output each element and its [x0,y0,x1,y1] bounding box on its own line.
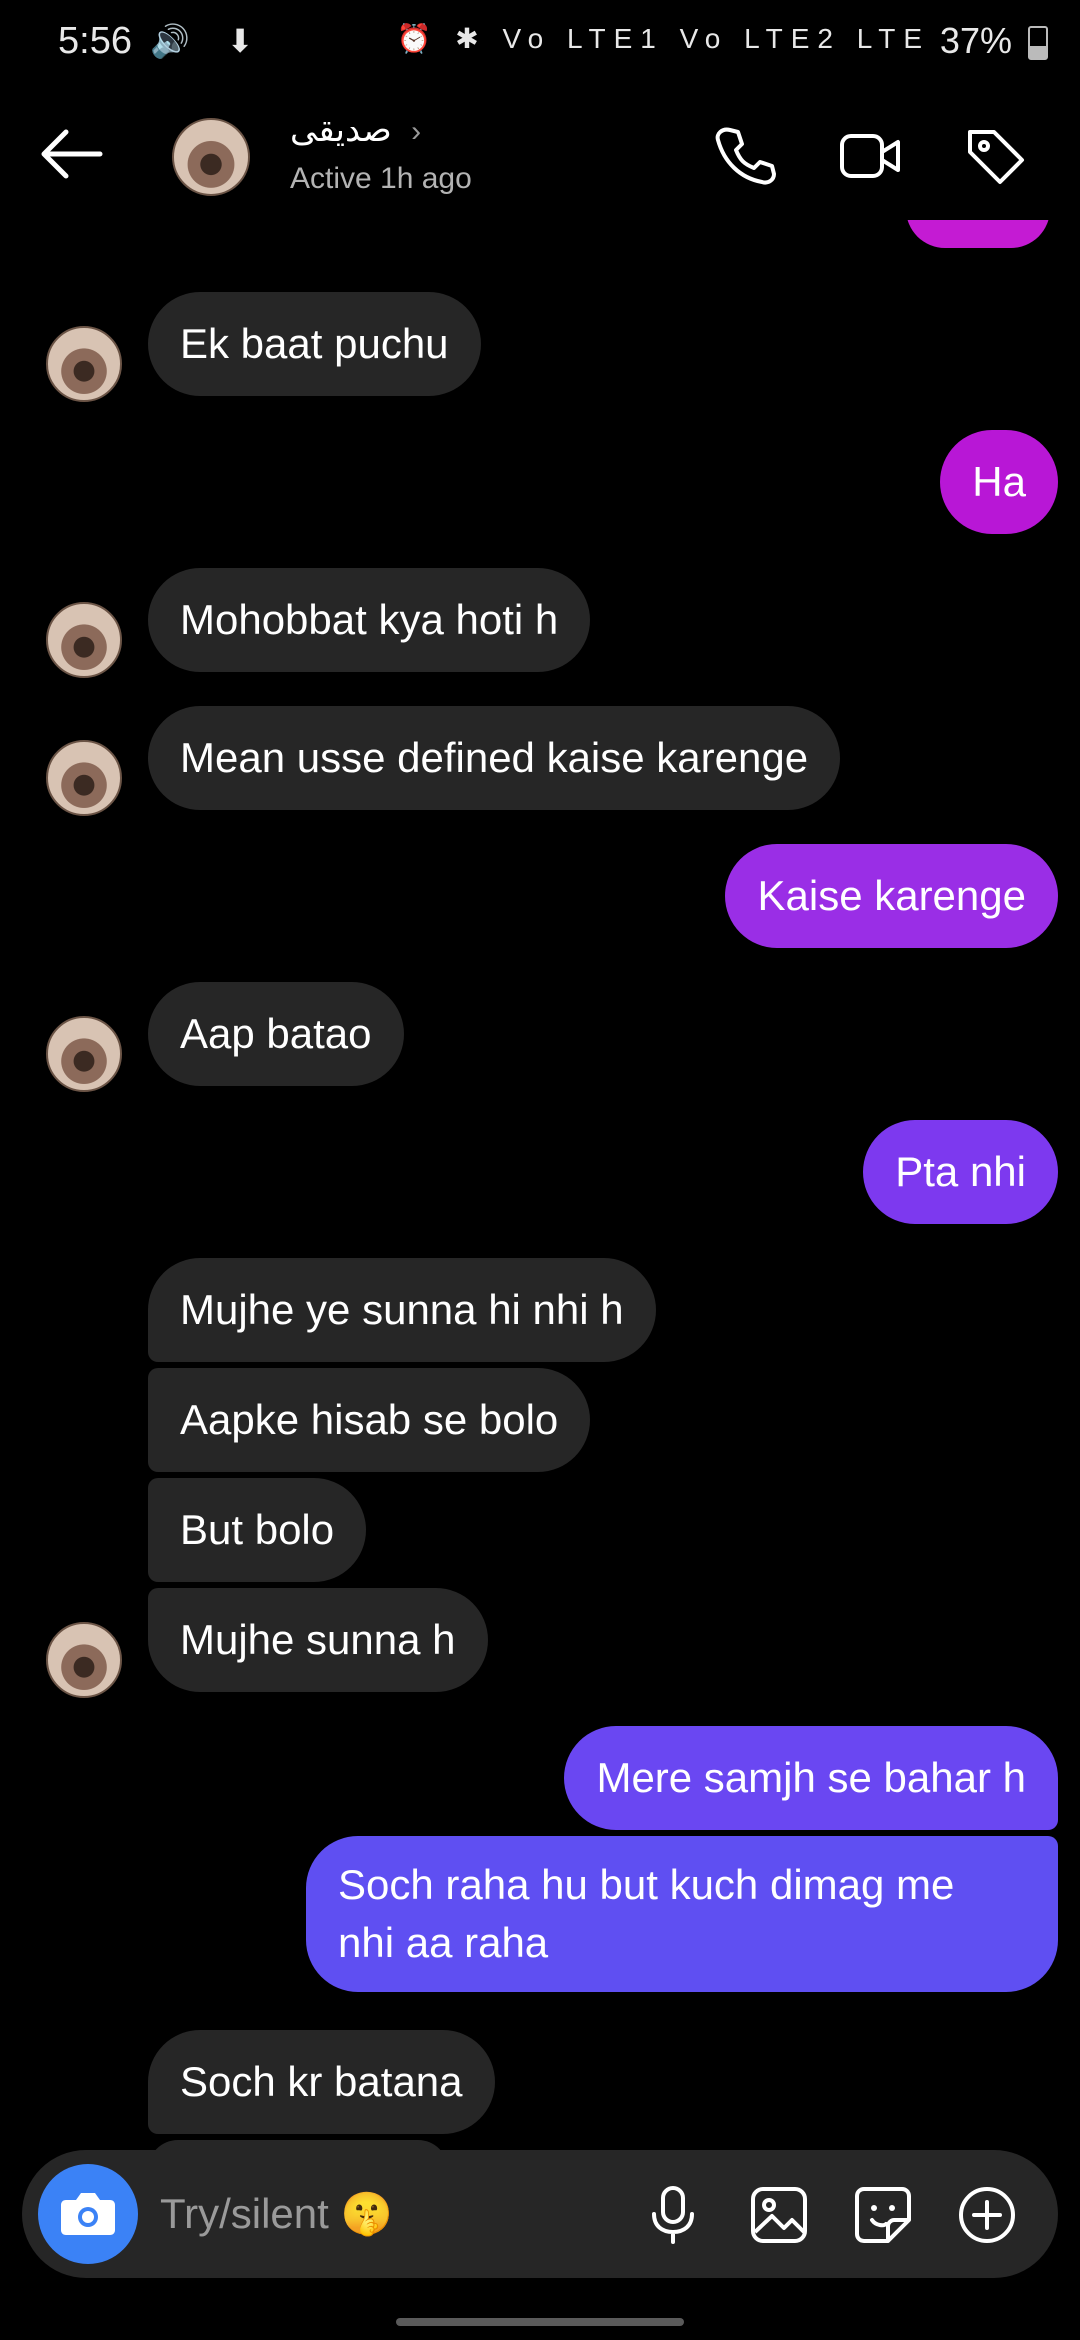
sender-avatar[interactable] [46,1622,122,1698]
sender-avatar[interactable] [46,602,122,678]
message-bubble-outgoing[interactable]: Pta nhi [863,1120,1058,1224]
home-indicator[interactable] [396,2318,684,2326]
sender-avatar[interactable] [46,740,122,816]
battery-indicator: 37% [940,20,1048,62]
camera-button[interactable] [38,2164,138,2264]
gallery-icon[interactable] [748,2184,810,2246]
microphone-icon[interactable] [642,2184,704,2246]
message-bubble-outgoing[interactable]: Kaise karenge [725,844,1058,948]
message-input[interactable]: Try/silent 🤫 [160,2190,393,2239]
message-bubble-outgoing[interactable]: Mere samjh se bahar h [564,1726,1058,1830]
message-line-2: nhi aa raha [338,1919,549,1966]
message-list[interactable]: Ek baat puchu Ha Mohobbat kya hoti h Mea… [0,220,1080,2150]
camera-icon [61,2193,115,2235]
message-line-1: Soch raha hu but kuch dimag me [338,1861,955,1908]
chat-header: صديقى › Active 1h ago [0,96,1080,216]
battery-icon [1028,26,1048,61]
message-bubble-incoming[interactable]: Aapke hisab se bolo [148,1368,591,1472]
message-bubble-incoming[interactable]: Mean usse defined kaise karenge [148,706,841,810]
status-left-icons: 🔊 ⬇ [150,23,268,59]
sticker-icon[interactable] [852,2184,914,2246]
message-bubble-partial[interactable] [906,220,1050,248]
message-bubble-incoming[interactable]: Aap batao [148,982,404,1086]
phone-icon[interactable] [712,124,776,188]
message-bubble-incoming[interactable]: Ek baat puchu [148,292,481,396]
video-call-icon[interactable] [838,124,902,188]
message-bubble-incoming[interactable]: Mohobbat kya hoti h [148,568,591,672]
back-arrow-icon[interactable] [36,124,106,184]
active-status: Active 1h ago [290,162,472,195]
contact-name: صديقى [290,111,392,149]
message-bubble-partial[interactable] [148,2140,448,2150]
sender-avatar[interactable] [46,326,122,402]
chevron-right-icon: › [411,115,422,148]
message-bubble-incoming[interactable]: Soch kr batana [148,2030,495,2134]
add-icon[interactable] [956,2184,1018,2246]
sender-avatar[interactable] [46,1016,122,1092]
status-time: 5:56 [58,20,132,62]
status-right-icons: ⏰ ✱ Vo LTE1 Vo LTE2 LTE [396,23,930,54]
battery-percent: 37% [939,20,1012,61]
message-composer: Try/silent 🤫 [22,2150,1058,2278]
message-bubble-incoming[interactable]: But bolo [148,1478,367,1582]
contact-avatar[interactable] [172,118,250,196]
message-bubble-outgoing[interactable]: Ha [940,430,1058,534]
message-bubble-incoming[interactable]: Mujhe ye sunna hi nhi h [148,1258,656,1362]
contact-name-row[interactable]: صديقى › [290,110,421,150]
message-bubble-outgoing[interactable]: Soch raha hu but kuch dimag me nhi aa ra… [306,1836,1058,1992]
message-bubble-incoming[interactable]: Mujhe sunna h [148,1588,488,1692]
tag-icon[interactable] [964,124,1028,188]
status-bar: 5:56 🔊 ⬇ ⏰ ✱ Vo LTE1 Vo LTE2 LTE 37% [0,0,1080,84]
